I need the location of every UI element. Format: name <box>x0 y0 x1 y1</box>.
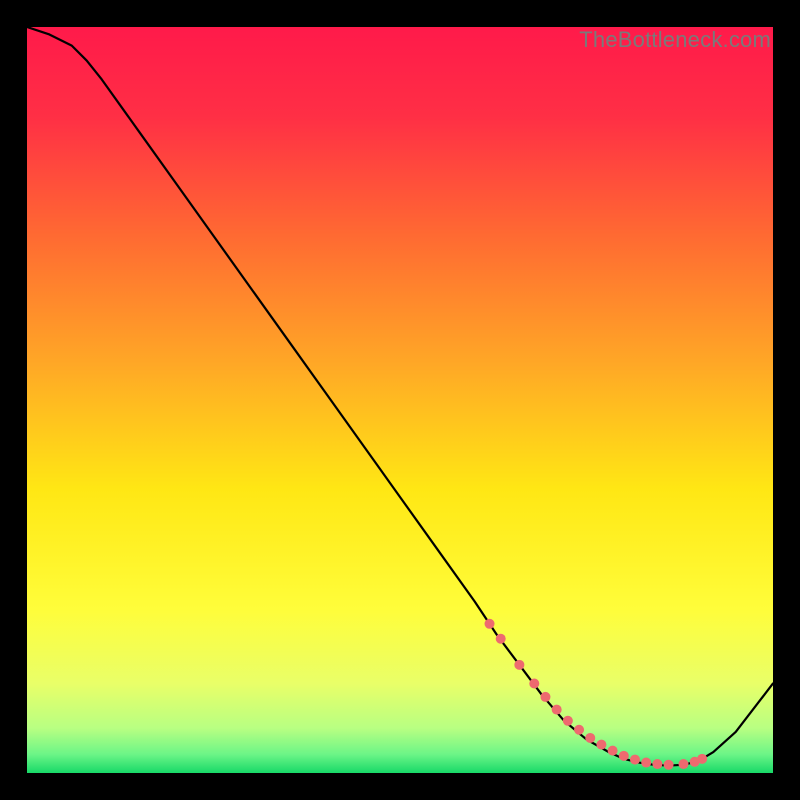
marker-dot <box>596 740 606 750</box>
marker-dot <box>664 760 674 770</box>
marker-dot <box>652 759 662 769</box>
marker-dot <box>496 634 506 644</box>
gradient-background <box>27 27 773 773</box>
marker-dot <box>529 678 539 688</box>
marker-dot <box>540 692 550 702</box>
marker-dot <box>678 759 688 769</box>
watermark-text: TheBottleneck.com <box>579 27 771 53</box>
marker-dot <box>619 751 629 761</box>
marker-dot <box>514 660 524 670</box>
marker-dot <box>630 755 640 765</box>
marker-dot <box>585 733 595 743</box>
marker-dot <box>485 619 495 629</box>
marker-dot <box>563 716 573 726</box>
marker-dot <box>552 705 562 715</box>
marker-dot <box>641 758 651 768</box>
marker-dot <box>574 725 584 735</box>
marker-dot <box>697 754 707 764</box>
marker-dot <box>608 746 618 756</box>
chart-frame: TheBottleneck.com <box>27 27 773 773</box>
bottleneck-chart <box>27 27 773 773</box>
